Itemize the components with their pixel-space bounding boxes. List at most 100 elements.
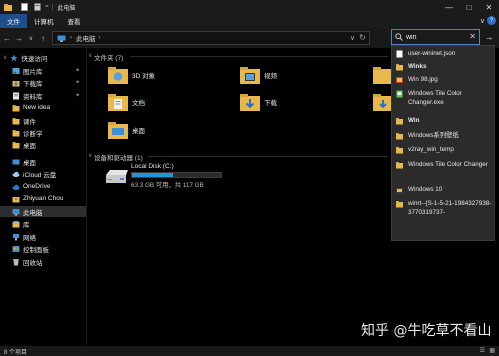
help-icon[interactable]: ? xyxy=(487,16,496,25)
search-input[interactable] xyxy=(406,33,456,41)
suggestion-label: Windows 10 xyxy=(408,186,443,193)
back-arrow-icon: ← xyxy=(3,33,11,43)
suggestion-item[interactable]: Windows Tile Color Changer.exe xyxy=(396,89,494,107)
back-button[interactable]: ← xyxy=(2,31,12,45)
sidebar-item-icloud[interactable]: iCloud 云盘 xyxy=(0,168,86,179)
address-dropdown-icon[interactable]: ∨ xyxy=(350,34,355,42)
sidebar-item-quick-access[interactable]: ∨ 快速访问 xyxy=(0,52,86,63)
recent-locations-button[interactable]: ∨ xyxy=(26,31,36,45)
sidebar-item-label: iCloud 云盘 xyxy=(23,171,57,179)
sidebar-item-desktop[interactable]: 桌面 xyxy=(0,156,86,167)
sidebar-item-libraries[interactable]: 库 xyxy=(0,218,86,229)
group-divider xyxy=(130,56,388,57)
folder-label: 3D 对象 xyxy=(132,73,156,80)
folder-videos[interactable]: 视频 xyxy=(240,66,277,84)
suggestion-label: Win xyxy=(408,117,420,124)
tab-computer[interactable]: 计算机 xyxy=(27,14,61,28)
properties-icon[interactable] xyxy=(34,3,41,11)
sidebar-item-label: 图片库 xyxy=(23,68,43,76)
folder-label: 视频 xyxy=(264,73,277,80)
sidebar-item-network[interactable]: 网络 xyxy=(0,231,86,242)
maximize-button[interactable]: □ xyxy=(459,0,479,14)
suggestion-item[interactable]: Winks xyxy=(396,62,494,71)
suggestion-item[interactable]: Windows系列壁纸 xyxy=(396,131,494,140)
tab-file[interactable]: 文件 xyxy=(0,14,27,28)
group-chevron-icon[interactable]: ∨ xyxy=(88,52,92,59)
suggestion-item[interactable]: v2ray_win_temp xyxy=(396,145,494,154)
sidebar-item-label: 桌面 xyxy=(23,142,36,150)
document-icon[interactable] xyxy=(21,3,28,11)
suggestion-item[interactable]: Windows 10 xyxy=(396,185,494,194)
minimize-button[interactable]: — xyxy=(439,0,459,14)
sidebar-item-recycle-bin[interactable]: 回收站 xyxy=(0,256,86,267)
folder-downloads[interactable]: 下载 xyxy=(240,93,277,111)
folder-label: 下载 xyxy=(264,100,277,107)
folder-documents[interactable]: 文档 xyxy=(108,93,145,111)
search-go-button[interactable]: → xyxy=(481,29,497,45)
pin-icon: ✦ xyxy=(74,80,80,86)
item-count: 8 个项目 xyxy=(4,350,28,356)
sidebar-item-user[interactable]: Zhiyuan Chou xyxy=(0,193,86,204)
sidebar-item-downloads[interactable]: 下载库 ✦ xyxy=(0,77,86,88)
sidebar-item-documents[interactable]: 资料库 ✦ xyxy=(0,90,86,101)
onedrive-icon xyxy=(12,184,20,190)
tab-view[interactable]: 查看 xyxy=(61,14,88,28)
computer-icon xyxy=(57,35,66,42)
up-button[interactable]: ↑ xyxy=(38,31,48,45)
qat-dropdown[interactable]: = xyxy=(45,4,49,10)
group-chevron-icon[interactable]: ∨ xyxy=(88,152,92,159)
breadcrumb[interactable]: 此电脑 xyxy=(76,33,96,43)
recycle-bin-icon xyxy=(13,258,19,265)
explorer-icon xyxy=(4,4,12,11)
folders-group-title[interactable]: 文件夹 (7) xyxy=(94,52,123,62)
suggestion-item[interactable]: Win xyxy=(396,116,494,125)
pin-icon: ✦ xyxy=(74,68,80,74)
expand-chevron-icon[interactable]: ∨ xyxy=(3,54,7,61)
download-icon xyxy=(12,80,20,86)
sidebar-item-label: 快速访问 xyxy=(21,55,48,63)
ribbon-collapse-icon[interactable]: ∨ xyxy=(480,17,485,25)
sidebar-item-diagnostics[interactable]: 诊断学 xyxy=(0,127,86,138)
chevron-down-icon: ∨ xyxy=(28,35,34,42)
details-view-icon[interactable]: ☰ xyxy=(480,347,485,354)
folder-icon xyxy=(12,129,20,136)
folder-label: 桌面 xyxy=(132,128,145,135)
sidebar-item-courseware[interactable]: 课件 xyxy=(0,115,86,126)
folder-icon xyxy=(396,64,403,71)
3d-objects-icon xyxy=(108,67,128,84)
forward-arrow-icon: → xyxy=(15,33,23,43)
sidebar-item-label: 下载库 xyxy=(23,80,43,88)
sidebar-item-this-pc[interactable]: 此电脑 xyxy=(0,206,86,217)
title-bar: = | 此电脑 — □ ✕ xyxy=(0,0,499,14)
forward-button[interactable]: → xyxy=(14,31,24,45)
clear-search-icon[interactable]: ✕ xyxy=(469,32,476,41)
suggestion-item[interactable]: Win 98.jpg xyxy=(396,75,494,84)
ribbon-tabs: 文件 计算机 查看 ∨ ? xyxy=(0,14,499,28)
document-icon xyxy=(13,92,19,99)
close-button[interactable]: ✕ xyxy=(479,0,499,14)
search-icon xyxy=(395,33,403,41)
sidebar-item-new-idea[interactable]: New idea xyxy=(0,102,86,113)
sidebar-item-onedrive[interactable]: OneDrive xyxy=(0,181,86,192)
folder-3d-objects[interactable]: 3D 对象 xyxy=(108,66,155,84)
suggestion-item[interactable]: winrt--{S-1-5-21-1984327938-3770319737- xyxy=(396,199,494,217)
large-icons-view-icon[interactable]: ▦ xyxy=(489,347,495,354)
sidebar-item-label: 资料库 xyxy=(23,93,43,101)
icloud-icon xyxy=(12,171,20,177)
drive-size-text: 63.3 GB 可用，共 117 GB xyxy=(131,182,204,189)
suggestion-item[interactable]: user-wininet.json xyxy=(396,49,494,58)
user-icon xyxy=(12,196,20,202)
address-bar[interactable]: › 此电脑 › ∨ ↻ xyxy=(52,31,370,45)
search-box[interactable]: ✕ xyxy=(391,29,480,45)
navigation-pane: ∨ 快速访问 图片库 ✦ 下载库 ✦ 资料库 ✦ New idea 课件 诊断学… xyxy=(0,48,86,346)
suggestion-item[interactable]: Windows Tile Color Changer xyxy=(396,160,494,169)
drive-local-disk-c[interactable]: Local Disk (C:) 63.3 GB 可用，共 117 GB xyxy=(104,163,224,191)
search-suggestions: user-wininet.json Winks Win 98.jpg Windo… xyxy=(391,45,495,241)
refresh-icon[interactable]: ↻ xyxy=(359,33,366,42)
sidebar-item-control-panel[interactable]: 控制面板 xyxy=(0,243,86,254)
folder-desktop[interactable]: 桌面 xyxy=(108,121,145,139)
desktop-folder-icon xyxy=(108,122,128,139)
sidebar-item-pictures[interactable]: 图片库 ✦ xyxy=(0,65,86,76)
sidebar-item-desktop-quick[interactable]: 桌面 xyxy=(0,139,86,150)
devices-group-title[interactable]: 设备和驱动器 (1) xyxy=(94,152,143,162)
